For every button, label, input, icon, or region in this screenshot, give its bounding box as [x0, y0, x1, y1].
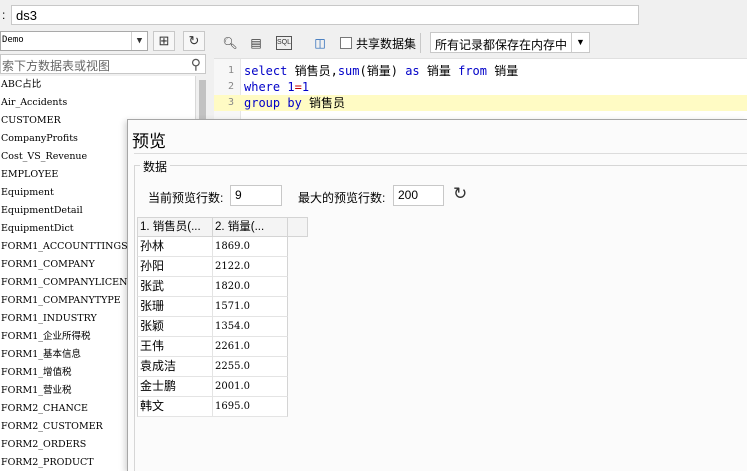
code-line-2[interactable]: 2 where 1=1	[214, 79, 747, 95]
sales-cell: 1354.0	[215, 321, 250, 332]
preview-grid: 1. 销售员(... 2. 销量(... 孙林 1869.0 孙阳 2122.0 张武 1…	[137, 217, 288, 417]
chevron-down-icon[interactable]: ▼	[571, 33, 589, 52]
salesperson-cell: 袁成洁	[138, 357, 213, 376]
table-row[interactable]: 韩文 1695.0	[137, 397, 288, 417]
salesperson-cell: 张颖	[138, 317, 213, 336]
code-line-1[interactable]: 1 select 销售员,sum(销量) as 销量 from 销量	[214, 63, 747, 79]
table-row[interactable]: 张珊 1571.0	[137, 297, 288, 317]
sales-cell: 2122.0	[215, 261, 250, 272]
sales-cell: 2255.0	[215, 361, 250, 372]
share-dataset-checkbox[interactable]: 共享数据集	[340, 35, 416, 51]
salesperson-cell: 张武	[138, 277, 213, 296]
current-rows-label: 当前预览行数:	[148, 191, 224, 205]
storage-mode-value: 所有记录都保存在内存中	[435, 38, 568, 52]
preview-button[interactable]: 🔍︎	[220, 33, 240, 53]
edit-table-icon: ⊞	[158, 33, 170, 48]
scrollbar-thumb[interactable]	[199, 80, 206, 120]
chevron-down-icon[interactable]: ▼	[131, 32, 147, 50]
code-text: where 1=1	[244, 80, 310, 94]
refresh-preview-icon[interactable]: ↻	[453, 184, 467, 204]
line-number: 2	[227, 81, 234, 92]
database-select[interactable]: Demo ▼	[0, 31, 148, 51]
table-row[interactable]: 金士鹏 2001.0	[137, 377, 288, 397]
table-list-item[interactable]: ABC占比	[0, 76, 195, 94]
max-rows-label: 最大的预览行数:	[298, 191, 386, 205]
column-header[interactable]: 1. 销售员(...	[138, 218, 213, 236]
table-search-placeholder: 索下方数据表或视图	[2, 59, 111, 73]
preview-dialog: 预览 数据 当前预览行数: 9 最大的预览行数: 200 ↻ 1. 销售员(..…	[127, 119, 747, 471]
edit-sql-button[interactable]: ⊞	[153, 31, 175, 51]
table-search-input[interactable]: 索下方数据表或视图 ⚲	[0, 54, 206, 74]
refresh-icon: ↻	[188, 33, 200, 48]
line-number: 3	[227, 97, 234, 108]
save-icon: ▤	[250, 36, 262, 50]
max-rows-input[interactable]: 200	[393, 185, 444, 206]
salesperson-cell: 孙林	[138, 237, 213, 256]
sales-cell: 2261.0	[215, 341, 250, 352]
sales-cell: 1571.0	[215, 301, 250, 312]
salesperson-cell: 金士鹏	[138, 377, 213, 396]
table-row[interactable]: 孙阳 2122.0	[137, 257, 288, 277]
storage-mode-select[interactable]: 所有记录都保存在内存中 ▼	[430, 32, 590, 53]
title-divider	[134, 153, 747, 154]
sales-cell: 2001.0	[215, 381, 250, 392]
sql-icon: SQL	[277, 39, 292, 46]
search-icon[interactable]: ⚲	[191, 56, 201, 73]
salesperson-cell: 韩文	[138, 397, 213, 416]
code-text: select 销售员,sum(销量) as 销量 from 销量	[244, 64, 519, 78]
code-text: group by 销售员	[244, 96, 346, 110]
sql-button[interactable]: SQL	[276, 36, 292, 50]
code-line-3[interactable]: 3 group by 销售员	[214, 95, 747, 111]
salesperson-cell: 张珊	[138, 297, 213, 316]
export-button[interactable]: ◫	[310, 33, 330, 53]
share-dataset-label: 共享数据集	[356, 36, 417, 51]
salesperson-cell: 王伟	[138, 337, 213, 356]
table-row[interactable]: 张武 1820.0	[137, 277, 288, 297]
checkbox-box[interactable]	[340, 37, 352, 49]
current-rows-input[interactable]: 9	[230, 185, 282, 206]
group-label: 数据	[140, 158, 171, 175]
salesperson-cell: 孙阳	[138, 257, 213, 276]
column-header[interactable]: 2. 销量(...	[213, 218, 287, 236]
dataset-label: :	[2, 8, 6, 22]
export-icon: ◫	[314, 36, 326, 50]
dataset-name-row: : ds3	[0, 0, 747, 30]
toolbar-divider	[420, 33, 421, 53]
preview-icon: 🔍︎	[222, 36, 238, 50]
table-row[interactable]: 袁成洁 2255.0	[137, 357, 288, 377]
dataset-name-input[interactable]: ds3	[11, 5, 639, 25]
sales-cell: 1695.0	[215, 401, 250, 412]
line-number: 1	[227, 65, 234, 76]
sales-cell: 1820.0	[215, 281, 250, 292]
table-list-item[interactable]: Air_Accidents	[0, 94, 195, 112]
sales-cell: 1869.0	[215, 241, 250, 252]
grid-header: 1. 销售员(... 2. 销量(...	[137, 217, 288, 237]
table-row[interactable]: 孙林 1869.0	[137, 237, 288, 257]
database-select-value: Demo	[2, 35, 24, 45]
grid-header-filler	[288, 217, 308, 237]
table-row[interactable]: 王伟 2261.0	[137, 337, 288, 357]
save-button[interactable]: ▤	[246, 33, 266, 53]
dialog-title: 预览	[132, 132, 166, 151]
refresh-tables-button[interactable]: ↻	[183, 31, 205, 51]
table-row[interactable]: 张颖 1354.0	[137, 317, 288, 337]
sql-toolbar: 🔍︎ ▤ SQL ◫ 共享数据集 所有记录都保存在内存中 ▼	[214, 30, 747, 56]
